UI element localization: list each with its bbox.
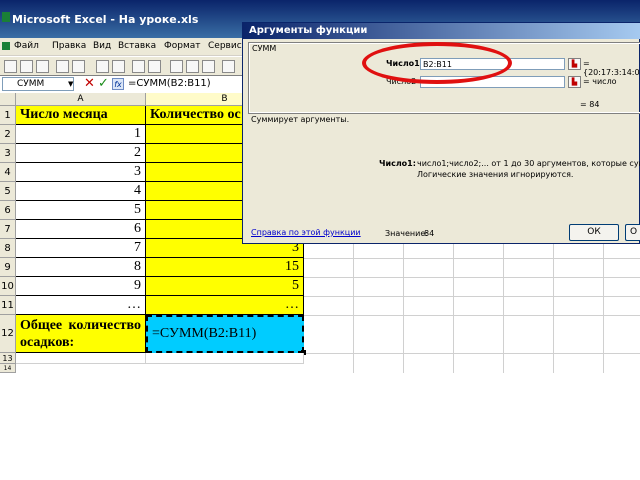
cell-b9[interactable]: 15 (146, 258, 304, 277)
cell-b10[interactable]: 5 (146, 277, 304, 296)
formula-bar: СУММ ▼ ✕ ✓ fx =СУММ(B2:B11) (0, 75, 250, 95)
arg-help-line2: Логические значения игнорируются. (417, 170, 574, 179)
permission-icon[interactable] (56, 60, 69, 73)
ok-button[interactable]: ОК (569, 224, 619, 241)
gridline (304, 296, 640, 297)
new-icon[interactable] (4, 60, 17, 73)
dialog-title: Аргументы функции (249, 25, 368, 36)
cell-a5[interactable]: 4 (16, 182, 146, 201)
cell-b11[interactable]: … (146, 296, 304, 315)
collapse-dialog-icon[interactable]: ▙ (568, 76, 581, 88)
cell-a3[interactable]: 2 (16, 144, 146, 163)
dialog-title-bar[interactable]: Аргументы функции (243, 23, 640, 39)
row-header[interactable]: 8 (0, 239, 16, 258)
gridline (304, 277, 640, 278)
menu-bar: Файл Правка Вид Вставка Формат Сервис (0, 38, 250, 55)
arg2-result: = число (583, 77, 617, 86)
cut-icon[interactable] (170, 60, 183, 73)
function-name: СУММ (252, 44, 277, 53)
cell-a12[interactable]: Общее количество осадков: (16, 315, 146, 353)
menu-icon[interactable] (2, 42, 10, 50)
spelling-icon[interactable] (132, 60, 145, 73)
gridline (304, 315, 640, 316)
total-result: = 84 (580, 100, 600, 109)
menu-file[interactable]: Файл (14, 41, 39, 51)
insert-function-icon[interactable]: fx (112, 78, 124, 90)
row-header[interactable]: 13 (0, 353, 16, 364)
cell-a4[interactable]: 3 (16, 163, 146, 182)
format-painter-icon[interactable] (222, 60, 235, 73)
email-icon[interactable] (72, 60, 85, 73)
menu-format[interactable]: Формат (164, 41, 201, 51)
save-icon[interactable] (36, 60, 49, 73)
function-description: Суммирует аргументы. (251, 115, 350, 124)
excel-logo-icon (2, 12, 10, 22)
cancel-icon[interactable]: ✕ (84, 76, 95, 91)
copy-icon[interactable] (186, 60, 199, 73)
research-icon[interactable] (148, 60, 161, 73)
formula-input[interactable]: =СУММ(B2:B11) (128, 78, 211, 89)
menu-view[interactable]: Вид (93, 41, 111, 51)
enter-icon[interactable]: ✓ (98, 76, 109, 91)
arg-help-label: Число1: (379, 159, 416, 168)
preview-icon[interactable] (112, 60, 125, 73)
row-header[interactable]: 1 (0, 106, 16, 125)
menu-insert[interactable]: Вставка (118, 41, 156, 51)
value-label: Значение: (385, 229, 428, 238)
collapse-dialog-icon[interactable]: ▙ (568, 58, 581, 70)
row-header[interactable]: 9 (0, 258, 16, 277)
open-icon[interactable] (20, 60, 33, 73)
select-all-corner[interactable] (0, 93, 16, 106)
column-header-a[interactable]: A (16, 93, 146, 106)
row-header[interactable]: 4 (0, 163, 16, 182)
row-header[interactable]: 3 (0, 144, 16, 163)
cell-a2[interactable]: 1 (16, 125, 146, 144)
cell-a10[interactable]: 9 (16, 277, 146, 296)
paste-icon[interactable] (202, 60, 215, 73)
standard-toolbar (0, 56, 250, 75)
cell-b12[interactable]: =СУММ(B2:B11) (146, 315, 304, 353)
row-header[interactable]: 10 (0, 277, 16, 296)
cell-a11[interactable]: … (16, 296, 146, 315)
print-icon[interactable] (96, 60, 109, 73)
row-header[interactable]: 11 (0, 296, 16, 315)
gridline (304, 258, 640, 259)
row-header[interactable]: 7 (0, 220, 16, 239)
annotation-ellipse (362, 42, 512, 84)
cell-a9[interactable]: 8 (16, 258, 146, 277)
cell-b13[interactable] (146, 353, 304, 364)
value-result: 84 (424, 229, 435, 238)
row-header[interactable]: 6 (0, 201, 16, 220)
row-header[interactable]: 2 (0, 125, 16, 144)
cancel-button[interactable]: О (625, 224, 640, 241)
arg-help-line1: число1;число2;... от 1 до 30 аргументов,… (417, 159, 640, 168)
row-header[interactable]: 5 (0, 182, 16, 201)
cell-a6[interactable]: 5 (16, 201, 146, 220)
row-header[interactable]: 14 (0, 364, 16, 373)
window-title: Microsoft Excel - На уроке.xls (12, 13, 199, 26)
cell-a7[interactable]: 6 (16, 220, 146, 239)
cell-a13[interactable] (16, 353, 146, 364)
row-header[interactable]: 12 (0, 315, 16, 353)
arg1-result: = {20:17:3:14:0 (583, 59, 640, 77)
help-link[interactable]: Справка по этой функции (251, 228, 361, 237)
cell-a1[interactable]: Число месяца (16, 106, 146, 125)
menu-tools[interactable]: Сервис (208, 41, 242, 51)
name-box[interactable]: СУММ (2, 77, 74, 91)
cell-a8[interactable]: 7 (16, 239, 146, 258)
name-box-dropdown-icon[interactable]: ▼ (68, 80, 73, 88)
menu-edit[interactable]: Правка (52, 41, 86, 51)
gridline (304, 353, 640, 354)
